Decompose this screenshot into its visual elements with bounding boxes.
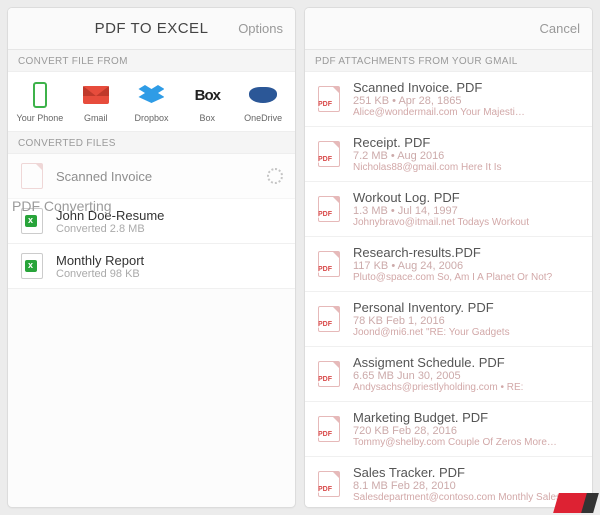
attachment-row[interactable]: PDF Receipt. PDF7.2 MB • Aug 2016Nicholas… bbox=[305, 127, 592, 182]
file-sub: Converted 98 KB bbox=[56, 268, 285, 280]
attachment-row[interactable]: PDF Marketing Budget. PDF720 KB Feb 28, 2… bbox=[305, 402, 592, 457]
onedrive-icon bbox=[235, 80, 291, 110]
pdf-icon: PDF bbox=[315, 305, 343, 333]
file-name: Marketing Budget. PDF bbox=[353, 410, 582, 425]
file-meta: 78 KB Feb 1, 2016 bbox=[353, 315, 582, 327]
dropbox-icon bbox=[124, 80, 180, 110]
file-from: Pluto@space.com So, Am I A Planet Or Not… bbox=[353, 272, 582, 283]
app-title: PDF TO EXCEL bbox=[95, 20, 209, 37]
attachments-list[interactable]: PDF Scanned Invoice. PDF251 KB • Apr 28, … bbox=[305, 72, 592, 507]
source-dropbox[interactable]: Dropbox bbox=[124, 80, 180, 123]
source-row: Your Phone Gmail Dropbox Box Box OneDriv… bbox=[8, 72, 295, 132]
file-from: Salesdepartment@contoso.com Monthly Sale… bbox=[353, 492, 582, 503]
source-gmail[interactable]: Gmail bbox=[68, 80, 124, 123]
pdf-icon: PDF bbox=[315, 250, 343, 278]
pdf-icon: PDF bbox=[315, 195, 343, 223]
section-attachments: PDF ATTACHMENTS FROM YOUR GMAIL bbox=[305, 50, 592, 72]
spinner-icon bbox=[267, 168, 283, 184]
file-meta: 117 KB • Aug 24, 2006 bbox=[353, 260, 582, 272]
file-meta: 7.2 MB • Aug 2016 bbox=[353, 150, 582, 162]
file-meta: 251 KB • Apr 28, 1865 bbox=[353, 95, 582, 107]
converting-row[interactable]: Scanned Invoice bbox=[8, 154, 295, 199]
left-titlebar: PDF TO EXCEL Options bbox=[8, 8, 295, 50]
file-from: Tommy@shelby.com Couple Of Zeros More… bbox=[353, 437, 582, 448]
pdf-icon bbox=[18, 162, 46, 190]
source-label: Your Phone bbox=[17, 113, 64, 123]
source-label: Dropbox bbox=[134, 113, 168, 123]
section-converted: CONVERTED FILES bbox=[8, 132, 295, 154]
file-name: Assigment Schedule. PDF bbox=[353, 355, 582, 370]
pdf-icon: PDF bbox=[315, 470, 343, 498]
box-icon: Box bbox=[179, 80, 235, 110]
file-meta: 1.3 MB • Jul 14, 1997 bbox=[353, 205, 582, 217]
file-name: Scanned Invoice. PDF bbox=[353, 80, 582, 95]
attachment-row[interactable]: PDF Assigment Schedule. PDF6.65 MB Jun 30… bbox=[305, 347, 592, 402]
file-from: Andysachs@priestlyholding.com • RE: bbox=[353, 382, 582, 393]
left-panel: PDF TO EXCEL Options CONVERT FILE FROM Y… bbox=[8, 8, 295, 507]
pdf-icon: PDF bbox=[315, 360, 343, 388]
file-name: Research-results.PDF bbox=[353, 245, 582, 260]
attachment-row[interactable]: PDF Sales Tracker. PDF8.1 MB Feb 28, 2010… bbox=[305, 457, 592, 507]
options-button[interactable]: Options bbox=[238, 21, 283, 36]
file-meta: 8.1 MB Feb 28, 2010 bbox=[353, 480, 582, 492]
file-from: Nicholas88@gmail.com Here It Is bbox=[353, 162, 582, 173]
attachment-row[interactable]: PDF Scanned Invoice. PDF251 KB • Apr 28, … bbox=[305, 72, 592, 127]
right-panel: Cancel PDF ATTACHMENTS FROM YOUR GMAIL P… bbox=[305, 8, 592, 507]
source-label: OneDrive bbox=[244, 113, 282, 123]
pdf-icon: PDF bbox=[315, 140, 343, 168]
pdf-icon: PDF bbox=[315, 85, 343, 113]
source-your-phone[interactable]: Your Phone bbox=[12, 80, 68, 123]
source-label: Box bbox=[200, 113, 216, 123]
section-convert-from: CONVERT FILE FROM bbox=[8, 50, 295, 72]
pdf-converting-overlay: PDF Converting bbox=[12, 198, 112, 214]
source-box[interactable]: Box Box bbox=[179, 80, 235, 123]
xls-icon bbox=[18, 252, 46, 280]
attachment-row[interactable]: PDF Research-results.PDF117 KB • Aug 24, … bbox=[305, 237, 592, 292]
attachment-row[interactable]: PDF Workout Log. PDF1.3 MB • Jul 14, 1997… bbox=[305, 182, 592, 237]
file-meta: 720 KB Feb 28, 2016 bbox=[353, 425, 582, 437]
file-name: Monthly Report bbox=[56, 253, 285, 268]
file-sub: Converted 2.8 MB bbox=[56, 223, 285, 235]
file-name: Receipt. PDF bbox=[353, 135, 582, 150]
pdf-icon: PDF bbox=[315, 415, 343, 443]
file-from: Johnybravo@itmail.net Todays Workout bbox=[353, 217, 582, 228]
attachment-row[interactable]: PDF Personal Inventory. PDF78 KB Feb 1, 2… bbox=[305, 292, 592, 347]
cancel-button[interactable]: Cancel bbox=[540, 21, 580, 36]
file-name: Scanned Invoice bbox=[56, 169, 285, 184]
right-titlebar: Cancel bbox=[305, 8, 592, 50]
file-meta: 6.65 MB Jun 30, 2005 bbox=[353, 370, 582, 382]
phone-icon bbox=[12, 80, 68, 110]
source-onedrive[interactable]: OneDrive bbox=[235, 80, 291, 123]
gmail-icon bbox=[68, 80, 124, 110]
file-from: Joond@mi6.net "RE: Your Gadgets bbox=[353, 327, 582, 338]
file-name: Workout Log. PDF bbox=[353, 190, 582, 205]
file-name: Personal Inventory. PDF bbox=[353, 300, 582, 315]
brand-corner-icon bbox=[553, 493, 597, 513]
file-name: Sales Tracker. PDF bbox=[353, 465, 582, 480]
converted-row[interactable]: Monthly Report Converted 98 KB bbox=[8, 244, 295, 289]
file-from: Alice@wondermail.com Your Majesti… bbox=[353, 107, 582, 118]
source-label: Gmail bbox=[84, 113, 108, 123]
